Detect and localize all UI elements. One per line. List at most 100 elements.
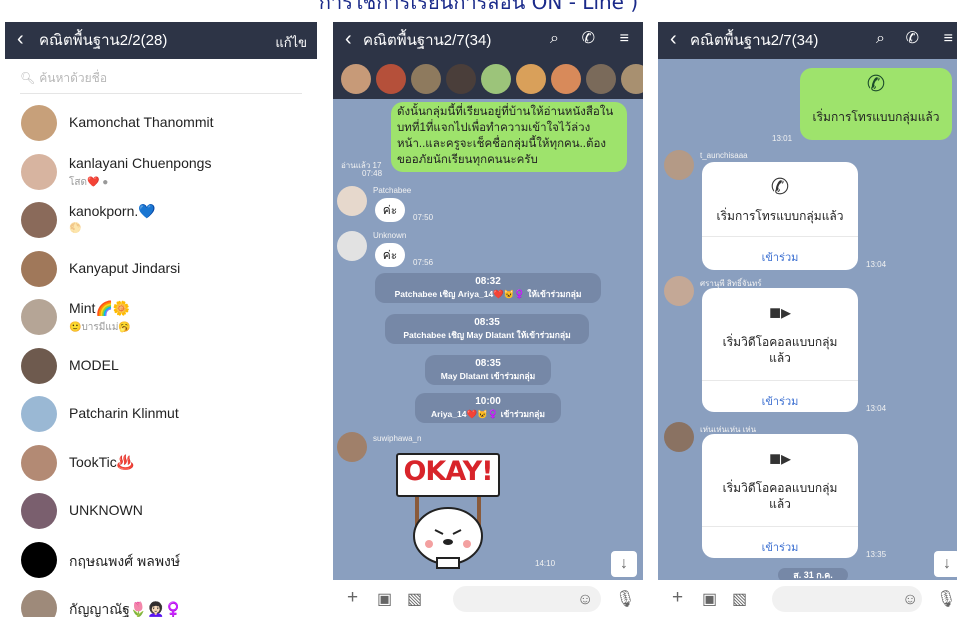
plus-icon[interactable]: + bbox=[672, 587, 683, 609]
okay-sticker[interactable]: OKAY! bbox=[393, 450, 503, 570]
contact-name: กัญญาณัฐ🌷👩🏻‍🦱♀️ bbox=[69, 601, 183, 617]
video-camera-icon: ■▸ bbox=[768, 302, 792, 324]
video-camera-icon: ■▸ bbox=[768, 448, 792, 470]
call-text: เริ่มวิดีโอคอลแบบกลุ่มแล้ว bbox=[722, 335, 838, 365]
mic-icon[interactable]: 🎙︎ bbox=[615, 589, 635, 611]
avatar[interactable] bbox=[341, 64, 371, 94]
system-text: May Dlatant เข้าร่วมกลุ่ม bbox=[440, 371, 536, 381]
system-time: 10:00 bbox=[475, 396, 501, 407]
menu-icon[interactable]: ≡ bbox=[620, 30, 629, 48]
avatar bbox=[21, 153, 57, 190]
contact-row[interactable]: Kamonchat Thanommit bbox=[5, 100, 317, 146]
message-time: 07:56 bbox=[413, 258, 434, 267]
own-message[interactable]: ดังนั้นกลุ่มนี้ที่เรียนอยู่ที่บ้านให้อ่า… bbox=[391, 102, 627, 172]
contact-row[interactable]: TookTic♨️ bbox=[5, 440, 317, 486]
reply-bubble[interactable]: ค่ะ bbox=[375, 243, 405, 267]
avatar bbox=[21, 396, 57, 432]
back-icon[interactable]: ‹ bbox=[670, 29, 677, 49]
camera-icon[interactable]: ▣ bbox=[702, 589, 717, 611]
camera-icon[interactable]: ▣ bbox=[377, 589, 392, 611]
call-icon: ✆ bbox=[770, 174, 790, 199]
image-icon[interactable]: ▧ bbox=[407, 589, 422, 611]
message-time: 13:01 bbox=[772, 134, 793, 143]
search-icon: 🔍︎ bbox=[20, 71, 36, 85]
group-title: คณิตพื้นฐาน2/2(28) bbox=[39, 32, 168, 49]
chat-panel-1: ‹ คณิตพื้นฐาน2/7(34) ⌕ ✆ ≡ ดังนั้นกลุ่มน… bbox=[333, 22, 643, 617]
avatar bbox=[21, 541, 57, 578]
edit-button[interactable]: แก้ไข bbox=[275, 32, 307, 53]
search-icon[interactable]: ⌕ bbox=[550, 30, 559, 48]
search-input[interactable]: 🔍︎ ค้นหาด้วยชื่อ bbox=[20, 69, 302, 94]
message-input[interactable] bbox=[772, 586, 922, 612]
avatar[interactable] bbox=[551, 64, 581, 94]
contact-row[interactable]: Mint🌈🌼 🙂บารมีแม่🥱 bbox=[5, 294, 317, 340]
call-text: เริ่มวิดีโอคอลแบบกลุ่มแล้ว bbox=[722, 481, 838, 511]
emoji-icon[interactable]: ☺ bbox=[577, 589, 593, 611]
system-text: Patchabee เชิญ May Dlatant ให้เข้าร่วมกล… bbox=[403, 330, 571, 340]
divider bbox=[702, 236, 858, 237]
avatar[interactable] bbox=[411, 64, 441, 94]
scroll-down-button[interactable]: ↓ bbox=[611, 551, 637, 577]
contact-row[interactable]: Patcharin Klinmut bbox=[5, 391, 317, 437]
video-call-card[interactable]: ■▸ เริ่มวิดีโอคอลแบบกลุ่มแล้ว เข้าร่วม bbox=[702, 434, 858, 558]
call-text: เริ่มการโทรแบบกลุ่มแล้ว bbox=[716, 209, 844, 223]
scroll-down-button[interactable]: ↓ bbox=[934, 551, 957, 577]
avatar[interactable] bbox=[446, 64, 476, 94]
avatar[interactable] bbox=[664, 422, 694, 452]
join-button[interactable]: เข้าร่วม bbox=[702, 248, 858, 266]
join-button[interactable]: เข้าร่วม bbox=[702, 392, 858, 410]
phone-icon[interactable]: ✆ bbox=[582, 30, 595, 48]
call-icon: ✆ bbox=[866, 71, 886, 96]
video-call-card[interactable]: ■▸ เริ่มวิดีโอคอลแบบกลุ่มแล้ว เข้าร่วม bbox=[702, 288, 858, 412]
call-card[interactable]: ✆ เริ่มการโทรแบบกลุ่มแล้ว เข้าร่วม bbox=[702, 162, 858, 270]
back-icon[interactable]: ‹ bbox=[345, 29, 352, 49]
contact-row[interactable]: kanlayani Chuenpongs โสด❤️ ● bbox=[5, 149, 317, 195]
contact-row[interactable]: MODEL bbox=[5, 343, 317, 389]
chat-title: คณิตพื้นฐาน2/7(34) bbox=[690, 32, 819, 49]
contact-name: kanlayani Chuenpongs bbox=[69, 154, 212, 171]
avatar[interactable] bbox=[337, 231, 367, 261]
sender-name: Unknown bbox=[373, 231, 407, 240]
avatar[interactable] bbox=[586, 64, 616, 94]
sender-name: t_aunchisaaa bbox=[700, 151, 748, 160]
emoji-icon[interactable]: ☺ bbox=[902, 589, 918, 611]
contact-status: โสด❤️ ● bbox=[69, 176, 109, 188]
contact-name: Patcharin Klinmut bbox=[69, 405, 179, 421]
avatar[interactable] bbox=[337, 432, 367, 462]
avatar bbox=[21, 299, 57, 335]
back-icon[interactable]: ‹ bbox=[17, 29, 24, 49]
divider bbox=[702, 380, 858, 381]
own-call-message[interactable]: ✆ เริ่มการโทรแบบกลุ่มแล้ว bbox=[800, 68, 952, 140]
contact-name: kanokporn.💙 bbox=[69, 203, 156, 219]
contact-name: Kanyaput Jindarsi bbox=[69, 259, 181, 276]
avatar bbox=[21, 493, 57, 529]
join-button[interactable]: เข้าร่วม bbox=[702, 538, 858, 556]
avatar[interactable] bbox=[516, 64, 546, 94]
contact-row[interactable]: กฤษณพงศ์ พลพงษ์ bbox=[5, 537, 317, 583]
mic-icon[interactable]: 🎙︎ bbox=[936, 589, 956, 611]
contact-name: Kamonchat Thanommit bbox=[69, 114, 214, 130]
member-avatar-strip bbox=[333, 59, 643, 99]
search-icon[interactable]: ⌕ bbox=[876, 30, 885, 48]
avatar[interactable] bbox=[481, 64, 511, 94]
contact-name: UNKNOWN bbox=[69, 502, 143, 518]
message-time: 13:35 bbox=[866, 550, 887, 559]
contact-row[interactable]: UNKNOWN bbox=[5, 488, 317, 534]
system-message: 08:35 May Dlatant เข้าร่วมกลุ่ม bbox=[425, 355, 551, 385]
reply-bubble[interactable]: ค่ะ bbox=[375, 198, 405, 222]
plus-icon[interactable]: + bbox=[347, 587, 358, 609]
image-icon[interactable]: ▧ bbox=[732, 589, 747, 611]
contact-status: 🌕 bbox=[69, 223, 82, 234]
avatar[interactable] bbox=[376, 64, 406, 94]
avatar bbox=[21, 347, 57, 384]
avatar bbox=[21, 105, 57, 141]
phone-icon[interactable]: ✆ bbox=[906, 30, 919, 48]
contact-row[interactable]: Kanyaput Jindarsi bbox=[5, 246, 317, 292]
avatar[interactable] bbox=[664, 150, 694, 180]
avatar[interactable] bbox=[664, 276, 694, 306]
menu-icon[interactable]: ≡ bbox=[944, 30, 953, 48]
contact-row[interactable]: kanokporn.💙 🌕 bbox=[5, 197, 317, 243]
avatar[interactable] bbox=[337, 186, 367, 216]
contact-row[interactable]: กัญญาณัฐ🌷👩🏻‍🦱♀️ bbox=[5, 585, 317, 617]
avatar[interactable] bbox=[621, 64, 643, 94]
